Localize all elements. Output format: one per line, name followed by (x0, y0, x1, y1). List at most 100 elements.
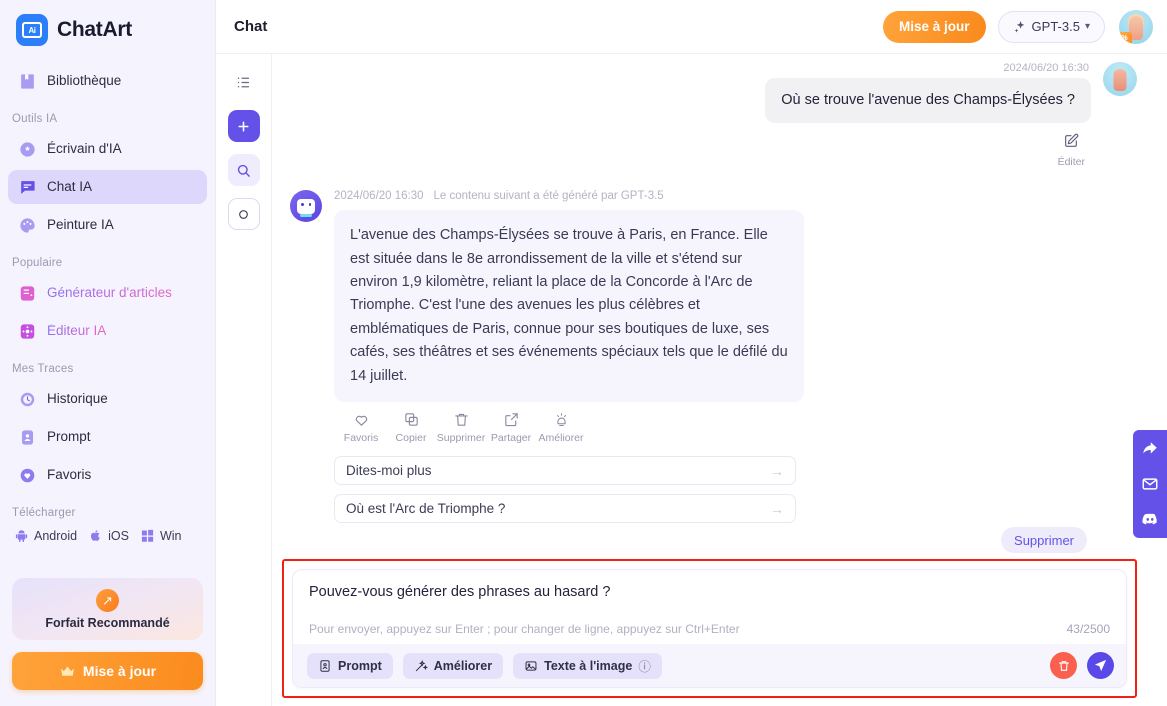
ai-message-generator-note: Le contenu suivant a été généré par GPT-… (433, 190, 664, 203)
action-label: Partager (490, 432, 532, 445)
windows-icon[interactable] (140, 528, 155, 543)
platform-label[interactable]: Android (34, 529, 77, 543)
sidebar-item-label: Prompt (47, 429, 91, 445)
brand-name: ChatArt (57, 18, 132, 41)
composer-highlight-box: Pouvez-vous générer des phrases au hasar… (282, 559, 1137, 698)
apple-icon[interactable] (88, 528, 103, 543)
conversation-panel: 2024/06/20 16:30 Où se trouve l'avenue d… (272, 54, 1167, 706)
ai-message-header: 2024/06/20 16:30 Le contenu suivant a ét… (334, 190, 804, 202)
search-icon[interactable] (227, 154, 260, 186)
composer-wrapper: Supprimer Pouvez-vous générer des phrase… (272, 527, 1167, 706)
topbar-update-button[interactable]: Mise à jour (883, 10, 986, 43)
sidebar-item-label: Écrivain d'IA (47, 141, 122, 157)
ai-writer-icon (18, 140, 37, 159)
body-area: 2024/06/20 16:30 Où se trouve l'avenue d… (216, 54, 1167, 706)
suggestion-list: Dites-moi plus → Où est l'Arc de Triomph… (334, 456, 796, 527)
action-copier[interactable]: Copier (386, 411, 436, 444)
sidebar-upgrade-button[interactable]: Mise à jour (12, 652, 203, 690)
sidebar-item-favoris[interactable]: Favoris (8, 458, 207, 492)
user-message: 2024/06/20 16:30 Où se trouve l'avenue d… (282, 54, 1137, 168)
download-platforms: Android iOS Win (0, 522, 215, 543)
platform-label[interactable]: Win (160, 529, 182, 543)
action-label: Supprimer (436, 432, 486, 445)
sidebar-item-bibliotheque[interactable]: Bibliothèque (8, 64, 207, 98)
send-button[interactable] (1087, 652, 1114, 679)
user-avatar-face (1113, 69, 1127, 92)
list-icon[interactable] (228, 66, 260, 98)
action-favoris[interactable]: Favoris (336, 411, 386, 444)
sidebar-group-title-traces: Mes Traces (12, 363, 74, 375)
sidebar-item-label: Historique (47, 391, 108, 407)
clear-input-button[interactable] (1050, 652, 1077, 679)
sidebar-item-label: Chat IA (47, 179, 93, 195)
sidebar-group-title-outils: Outils IA (12, 113, 58, 125)
composer: Pouvez-vous générer des phrases au hasar… (292, 569, 1127, 688)
suggestion-item[interactable]: Dites-moi plus → (334, 456, 796, 486)
action-ameliorer[interactable]: Améliorer (536, 411, 586, 444)
sidebar-group-title-populaire: Populaire (12, 257, 63, 269)
action-label: Copier (395, 432, 427, 445)
sidebar-item-label: Favoris (47, 467, 92, 483)
sidebar-item-ecrivain-ia[interactable]: Écrivain d'IA (8, 132, 207, 166)
chip-label: Améliorer (433, 658, 493, 673)
clear-conversation-button[interactable]: Supprimer (1001, 527, 1087, 553)
composer-hint-text: Pour envoyer, appuyez sur Enter ; pour c… (309, 622, 740, 636)
composer-clear-row: Supprimer (282, 527, 1137, 553)
recommended-plan-card[interactable]: ↗ Forfait Recommandé (12, 578, 203, 640)
sidebar: Ai ChatArt Bibliothèque Outils IA Écriva… (0, 0, 216, 706)
suggestion-item[interactable]: Où est l'Arc de Triomphe ? → (334, 494, 796, 524)
user-avatar (1103, 62, 1137, 96)
chip-prompt[interactable]: Prompt (307, 652, 393, 679)
sidebar-item-chat-ia[interactable]: Chat IA (8, 170, 207, 204)
mail-icon[interactable] (1140, 474, 1160, 494)
avatar[interactable]: % (1119, 9, 1153, 44)
chip-texte-a-limage[interactable]: Texte à l'image ⓘ (513, 652, 662, 679)
arrow-right-icon: → (770, 462, 784, 479)
edit-icon (1063, 133, 1079, 154)
ai-message: 2024/06/20 16:30 Le contenu suivant a ét… (282, 190, 1137, 527)
action-partager[interactable]: Partager (486, 411, 536, 444)
sidebar-item-peinture-ia[interactable]: Peinture IA (8, 208, 207, 242)
sidebar-item-generateur-articles[interactable]: Générateur d'articles (8, 276, 207, 310)
chip-ameliorer[interactable]: Améliorer (402, 652, 504, 679)
sidebar-item-prompt[interactable]: Prompt (8, 420, 207, 454)
composer-hint-row: Pour envoyer, appuyez sur Enter ; pour c… (293, 622, 1126, 644)
ai-avatar-mouth (300, 214, 312, 218)
suggestion-label: Dites-moi plus (346, 463, 432, 479)
discord-icon[interactable] (1140, 509, 1160, 529)
share-icon[interactable] (1140, 439, 1160, 459)
ai-avatar-face (297, 198, 315, 214)
conversation-scroll[interactable]: 2024/06/20 16:30 Où se trouve l'avenue d… (272, 54, 1167, 527)
app-root: Ai ChatArt Bibliothèque Outils IA Écriva… (0, 0, 1167, 706)
ai-message-column: 2024/06/20 16:30 Le contenu suivant a ét… (334, 190, 804, 527)
ai-message-timestamp: 2024/06/20 16:30 (334, 190, 424, 203)
brand[interactable]: Ai ChatArt (0, 0, 215, 56)
ai-avatar (290, 190, 322, 223)
platform-label[interactable]: iOS (108, 529, 129, 543)
suggestion-label: Où est l'Arc de Triomphe ? (346, 501, 506, 517)
sidebar-item-editeur-ia[interactable]: Éditeur IA (8, 314, 207, 348)
sidebar-upgrade-label: Mise à jour (82, 663, 157, 679)
plus-icon[interactable] (227, 110, 260, 142)
model-selector[interactable]: GPT-3.5 ▾ (997, 10, 1105, 43)
edit-message-button[interactable]: Éditer (1058, 133, 1085, 168)
recommended-plan-label: Forfait Recommandé (45, 615, 170, 630)
action-supprimer[interactable]: Supprimer (436, 411, 486, 444)
message-input[interactable]: Pouvez-vous générer des phrases au hasar… (293, 570, 1126, 622)
main-area: Chat Mise à jour GPT-3.5 ▾ % 2024/06/20 … (216, 0, 1167, 706)
book-icon (18, 72, 37, 91)
sidebar-item-label: Bibliothèque (47, 73, 122, 89)
ai-message-text: L'avenue des Champs-Élysées se trouve à … (334, 210, 804, 403)
avatar-vip-badge: % (1119, 31, 1132, 44)
help-icon[interactable]: ⓘ (638, 656, 651, 675)
chip-label: Texte à l'image (544, 658, 633, 673)
composer-toolbar: Prompt Améliorer Texte à l'image ⓘ (293, 644, 1126, 687)
user-message-column: 2024/06/20 16:30 Où se trouve l'avenue d… (765, 62, 1091, 168)
android-icon[interactable] (14, 528, 29, 543)
heart-icon (18, 466, 37, 485)
circle-icon[interactable] (227, 198, 260, 230)
sidebar-item-historique[interactable]: Historique (8, 382, 207, 416)
sidebar-group-title-telecharger: Télécharger (12, 507, 76, 519)
sparkle-icon (1013, 20, 1027, 34)
arrow-up-right-icon: ↗ (96, 588, 119, 612)
